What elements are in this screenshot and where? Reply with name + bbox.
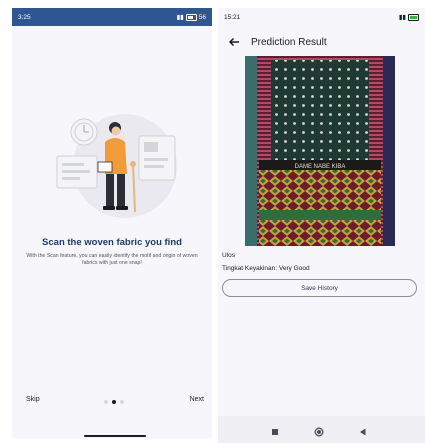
onboarding-screen: 3:25 ▮▮ 56 Scan the woven fabric you fin… — [12, 8, 212, 439]
next-button[interactable]: Next — [190, 396, 204, 403]
page-dot-active — [112, 400, 116, 404]
status-bar: 15:21 ▮▮ — [218, 8, 425, 26]
page-dot — [120, 400, 124, 404]
fabric-photo: DAME NABE KIBA — [245, 56, 395, 246]
save-history-button[interactable]: Save History — [222, 279, 417, 297]
status-bar: 3:25 ▮▮ 56 — [12, 8, 212, 26]
square-icon[interactable] — [270, 424, 280, 435]
signal-icon: ▮▮ — [176, 14, 184, 21]
system-nav-bar — [218, 416, 425, 443]
onboarding-footer: Skip Next — [12, 396, 212, 410]
page-title: Prediction Result — [251, 36, 327, 48]
page-dot — [104, 400, 108, 404]
battery-level: 56 — [198, 13, 206, 21]
status-icons: ▮▮ 56 — [177, 13, 206, 21]
arrow-left-icon[interactable] — [227, 35, 241, 49]
home-indicator[interactable] — [84, 435, 146, 437]
signal-icon: ▮▮ — [398, 14, 406, 21]
prediction-result-screen: 15:21 ▮▮ Prediction Result DAME NABE KIB… — [218, 8, 425, 443]
onboarding-title: Scan the woven fabric you find — [42, 237, 182, 248]
app-bar: Prediction Result — [218, 32, 425, 52]
circle-icon[interactable] — [314, 424, 324, 437]
battery-icon — [185, 13, 197, 21]
prediction-class: Ulos — [222, 252, 236, 259]
triangle-icon[interactable] — [358, 424, 368, 436]
fabric-text: DAME NABE KIBA — [295, 164, 346, 170]
status-time: 3:25 — [18, 13, 31, 21]
page-indicator — [104, 400, 124, 404]
confidence-text: Tingkat Keyakinan: Very Good — [222, 265, 310, 272]
skip-button[interactable]: Skip — [26, 396, 40, 403]
status-icons: ▮▮ — [399, 13, 419, 21]
onboarding-description: With the Scan feature, you can easily id… — [26, 253, 198, 267]
scan-illustration — [56, 114, 177, 218]
battery-icon — [408, 13, 419, 21]
status-time: 15:21 — [224, 13, 241, 21]
